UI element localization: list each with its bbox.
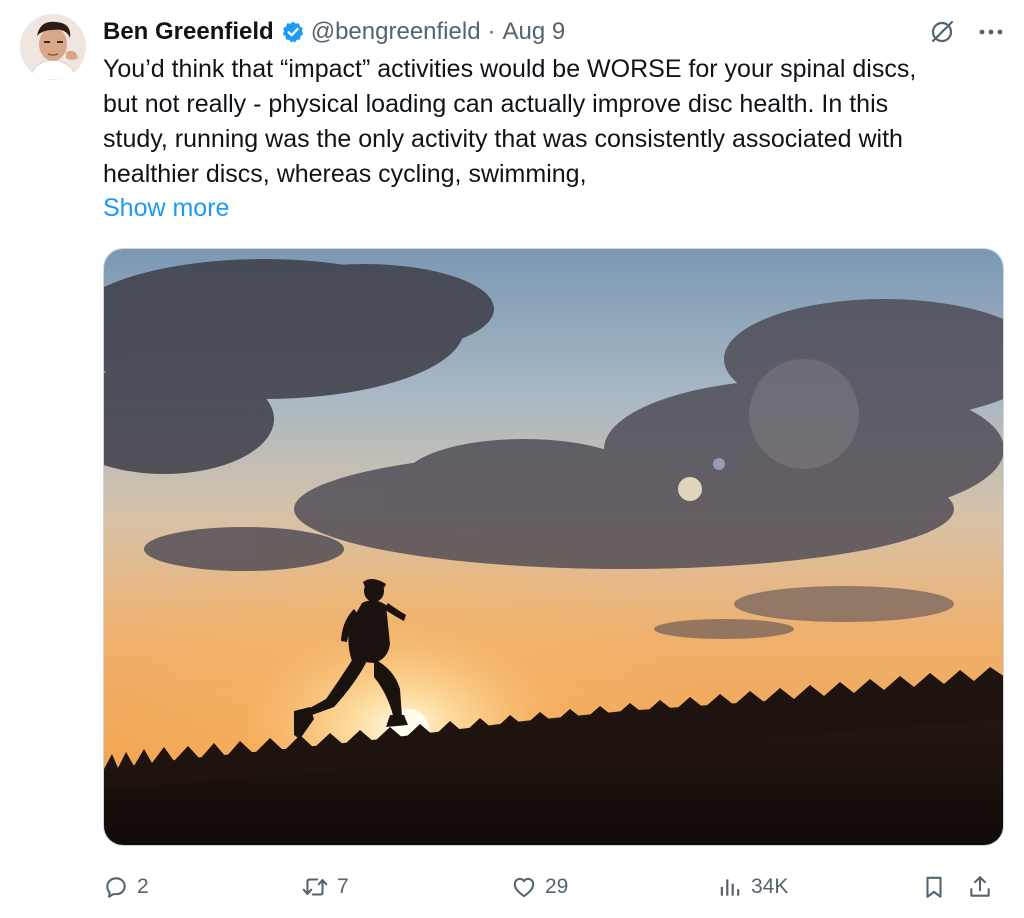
reply-icon	[106, 877, 126, 898]
bookmark-button[interactable]	[921, 866, 947, 908]
bookmark-icon	[926, 876, 942, 898]
views-count: 34K	[751, 875, 789, 898]
tweet-text-line: healthier discs, whereas cycling, swimmi…	[103, 160, 587, 188]
runner-sunset-image	[104, 249, 1003, 845]
tweet-text-line: You’d think that “impact” activities wou…	[103, 55, 917, 83]
heart-icon	[513, 877, 535, 898]
retweet-count: 7	[337, 875, 349, 898]
like-button[interactable]: 29	[511, 866, 568, 908]
author-handle[interactable]: @bengreenfield	[311, 18, 481, 46]
more-icon[interactable]	[978, 28, 1004, 36]
avatar[interactable]	[20, 14, 86, 80]
share-button[interactable]	[967, 866, 993, 908]
share-icon	[970, 876, 990, 897]
reply-button[interactable]: 2	[103, 866, 149, 908]
avatar-photo	[20, 14, 86, 80]
tweet-image[interactable]	[103, 248, 1004, 846]
grok-icon[interactable]	[928, 18, 956, 46]
header-actions	[928, 14, 1004, 50]
like-count: 29	[545, 875, 569, 898]
retweet-icon	[302, 878, 328, 896]
verified-badge-icon	[281, 20, 305, 44]
views-button[interactable]: 34K	[717, 866, 788, 908]
separator-dot: ·	[487, 18, 496, 45]
author-name[interactable]: Ben Greenfield	[103, 18, 274, 46]
views-icon	[720, 879, 740, 896]
tweet-text-line: but not really - physical loading can ac…	[103, 90, 889, 118]
tweet-date[interactable]: Aug 9	[503, 18, 566, 46]
tweet-text-line: study, running was the only activity tha…	[103, 125, 903, 153]
tweet-text: You’d think that “impact” activities wou…	[103, 52, 1003, 192]
show-more-link[interactable]: Show more	[103, 191, 229, 226]
tweet-actions: 2 7 29 34K	[103, 866, 1004, 908]
retweet-button[interactable]: 7	[301, 866, 349, 908]
reply-count: 2	[137, 875, 149, 898]
tweet-header: Ben Greenfield @bengreenfield · Aug 9	[103, 14, 1004, 50]
